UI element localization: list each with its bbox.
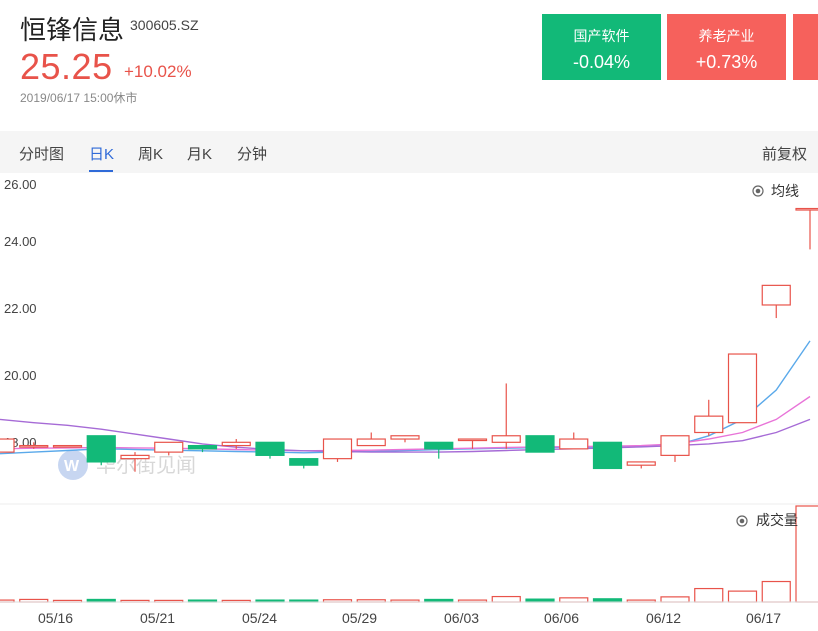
y-tick-label: 20.00 bbox=[4, 368, 37, 383]
sector-change: +0.73% bbox=[695, 52, 758, 72]
ma-toggle-label: 均线 bbox=[771, 183, 799, 199]
stock-name: 恒锋信息 bbox=[20, 15, 125, 45]
price-adjust-toggle[interactable]: 前复权 bbox=[762, 143, 807, 164]
current-price: 25.25 bbox=[20, 46, 113, 87]
y-tick-label: 24.00 bbox=[4, 234, 37, 249]
candle-body bbox=[86, 435, 116, 463]
candle-body bbox=[255, 441, 285, 456]
x-tick-label: 05/16 bbox=[38, 610, 73, 626]
candle-body bbox=[221, 441, 251, 447]
x-tick-label: 05/29 bbox=[342, 610, 377, 626]
volume-bar bbox=[727, 590, 758, 603]
sector-name: 国产软件 bbox=[573, 28, 630, 44]
candle-body bbox=[52, 444, 83, 448]
x-tick-label: 06/03 bbox=[444, 610, 479, 626]
candle-body bbox=[0, 438, 15, 453]
candle-body bbox=[491, 435, 521, 443]
candle-body bbox=[187, 444, 218, 450]
candle-body bbox=[727, 353, 758, 424]
volume-toggle-label: 成交量 bbox=[756, 512, 798, 528]
candle-body bbox=[457, 438, 488, 442]
stock-chart[interactable]: 26.00 24.00 22.00 20.00 18.00 W 华尔街见闻 均线… bbox=[0, 173, 818, 631]
market-timestamp: 2019/06/17 15:00休市 bbox=[20, 91, 138, 105]
sector-card-elderly-care[interactable]: 养老产业 +0.73% bbox=[667, 14, 786, 80]
candle-body bbox=[390, 435, 420, 440]
candle-body bbox=[525, 435, 555, 453]
watermark-logo: W 华尔街见闻 bbox=[58, 450, 196, 480]
tab-weekly-k[interactable]: 周K bbox=[138, 143, 163, 164]
candle-body bbox=[559, 438, 589, 450]
candle-body bbox=[626, 461, 656, 466]
candle-body bbox=[592, 441, 623, 470]
svg-text:W: W bbox=[64, 458, 80, 475]
sector-card-domestic-software[interactable]: 国产软件 -0.04% bbox=[542, 14, 661, 80]
x-tick-label: 06/12 bbox=[646, 610, 681, 626]
candle-body bbox=[120, 454, 150, 460]
volume-bar bbox=[761, 580, 791, 603]
tab-monthly-k[interactable]: 月K bbox=[187, 143, 212, 164]
volume-bar bbox=[660, 596, 690, 603]
candle-body bbox=[424, 441, 454, 450]
x-tick-label: 05/24 bbox=[242, 610, 277, 626]
x-tick-label: 06/17 bbox=[746, 610, 781, 626]
y-tick-label: 26.00 bbox=[4, 177, 37, 192]
ma-toggle[interactable]: 均线 bbox=[752, 183, 799, 199]
candle-body bbox=[660, 435, 690, 456]
stock-code: 300605.SZ bbox=[130, 17, 199, 33]
candle-body bbox=[19, 444, 49, 448]
sector-name: 养老产业 bbox=[698, 28, 755, 44]
volume-bar bbox=[795, 505, 818, 603]
candle-body bbox=[356, 438, 386, 447]
price-change-percent: +10.02% bbox=[124, 62, 192, 81]
volume-bars bbox=[0, 505, 818, 603]
candle-body bbox=[322, 438, 353, 460]
volume-bar bbox=[559, 597, 589, 603]
tab-minute[interactable]: 分钟 bbox=[237, 143, 267, 164]
candle-body bbox=[795, 207, 818, 211]
chart-period-tabbar bbox=[0, 131, 818, 173]
volume-bar bbox=[491, 595, 521, 603]
x-tick-label: 06/06 bbox=[544, 610, 579, 626]
sector-change: -0.04% bbox=[572, 52, 631, 72]
tab-daily-k[interactable]: 日K bbox=[89, 143, 114, 164]
x-tick-label: 05/21 bbox=[140, 610, 175, 626]
active-tab-indicator bbox=[89, 170, 113, 172]
y-tick-label: 22.00 bbox=[4, 301, 37, 316]
sector-card-partial[interactable] bbox=[793, 14, 818, 80]
tab-intraday[interactable]: 分时图 bbox=[19, 143, 64, 164]
candle-body bbox=[761, 284, 791, 306]
candle-body bbox=[289, 458, 319, 466]
volume-toggle[interactable]: 成交量 bbox=[736, 512, 798, 528]
volume-bar bbox=[694, 587, 724, 603]
candle-body bbox=[694, 415, 724, 434]
candle-body bbox=[154, 441, 184, 453]
